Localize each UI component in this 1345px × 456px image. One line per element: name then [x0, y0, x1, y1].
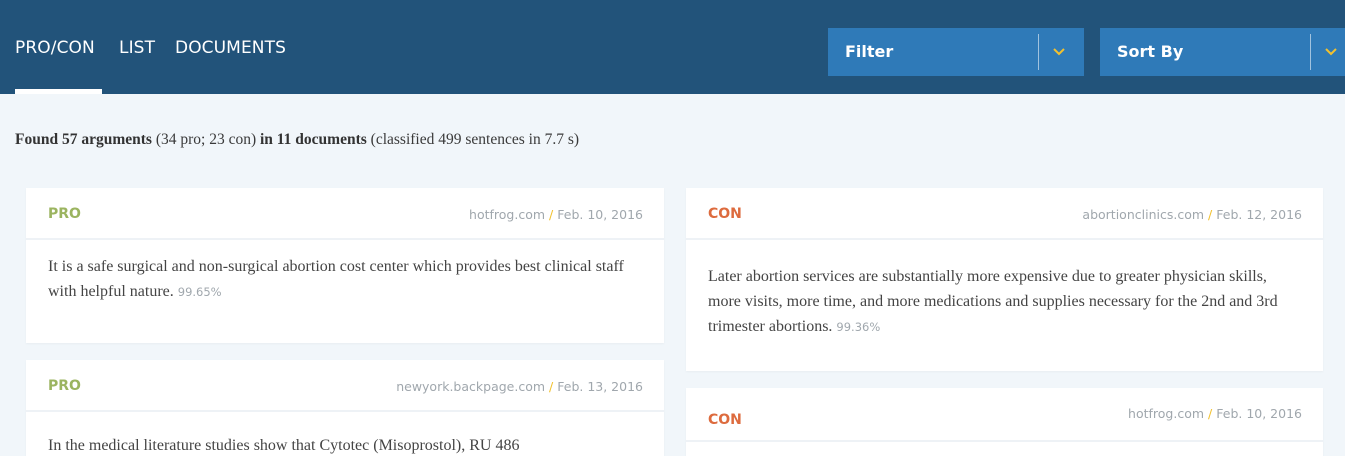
document-count: in 11 documents	[259, 131, 367, 148]
classification-stats: (classified 499 sentences in 7.7 s)	[370, 131, 580, 148]
date: Feb. 13, 2016	[557, 379, 643, 394]
found-count: Found 57 arguments	[15, 131, 152, 148]
source-meta: abortionclinics.com / Feb. 12, 2016	[1082, 207, 1302, 222]
argument-card[interactable]: PRO newyork.backpage.com / Feb. 13, 2016 I…	[26, 360, 664, 456]
argument-text: Later abortion services are substantiall…	[708, 264, 1301, 340]
source-link[interactable]: hotfrog.com	[469, 207, 545, 222]
sort-by-dropdown[interactable]: Sort By	[1100, 28, 1345, 76]
stance-label: PRO	[48, 378, 81, 394]
argument-text: In the medical literature studies show t…	[48, 433, 642, 456]
filter-divider	[1038, 34, 1039, 70]
card-header: PRO hotfrog.com / Feb. 10, 2016	[26, 188, 664, 240]
argument-text: It is a safe surgical and non-surgical a…	[48, 254, 642, 305]
card-header: PRO newyork.backpage.com / Feb. 13, 2016	[26, 360, 664, 412]
stance-label: CON	[708, 412, 742, 428]
card-header: CON hotfrog.com / Feb. 10, 2016	[686, 388, 1323, 442]
tab-pro-con[interactable]: PRO/CON	[15, 38, 95, 58]
filter-label: Filter	[845, 42, 894, 61]
results-summary: Found 57 arguments (34 pro; 23 con) in 1…	[15, 131, 579, 149]
tab-list[interactable]: LIST	[119, 38, 155, 58]
argument-card[interactable]: CON hotfrog.com / Feb. 10, 2016	[686, 388, 1323, 456]
sort-by-label: Sort By	[1117, 42, 1184, 61]
stance-label: PRO	[48, 206, 81, 222]
source-link[interactable]: newyork.backpage.com	[396, 379, 545, 394]
card-header: CON abortionclinics.com / Feb. 12, 2016	[686, 188, 1323, 240]
confidence-score: 99.65%	[177, 285, 222, 299]
source-meta: hotfrog.com / Feb. 10, 2016	[469, 207, 643, 222]
source-meta: hotfrog.com / Feb. 10, 2016	[1128, 406, 1302, 421]
argument-sentence: It is a safe surgical and non-surgical a…	[48, 258, 624, 300]
confidence-score: 99.36%	[836, 320, 881, 334]
argument-card[interactable]: PRO hotfrog.com / Feb. 10, 2016 It is a sa…	[26, 188, 664, 343]
source-link[interactable]: abortionclinics.com	[1082, 207, 1204, 222]
argument-sentence: In the medical literature studies show t…	[48, 437, 520, 454]
argument-card[interactable]: CON abortionclinics.com / Feb. 12, 2016 La…	[686, 188, 1323, 371]
tab-documents[interactable]: DOCUMENTS	[175, 38, 286, 58]
stance-label: CON	[708, 206, 742, 222]
date: Feb. 12, 2016	[1216, 207, 1302, 222]
source-meta: newyork.backpage.com / Feb. 13, 2016	[396, 379, 643, 394]
active-tab-indicator	[15, 89, 102, 94]
source-link[interactable]: hotfrog.com	[1128, 406, 1204, 421]
date: Feb. 10, 2016	[557, 207, 643, 222]
filter-dropdown[interactable]: Filter	[828, 28, 1084, 76]
date: Feb. 10, 2016	[1216, 406, 1302, 421]
chevron-down-icon	[1325, 48, 1337, 56]
argument-sentence: Later abortion services are substantiall…	[708, 268, 1278, 335]
pro-con-counts: (34 pro; 23 con)	[155, 131, 257, 148]
top-navigation-bar: PRO/CON LIST DOCUMENTS Filter Sort By	[0, 0, 1345, 94]
sort-divider	[1310, 34, 1311, 70]
chevron-down-icon	[1053, 48, 1065, 56]
